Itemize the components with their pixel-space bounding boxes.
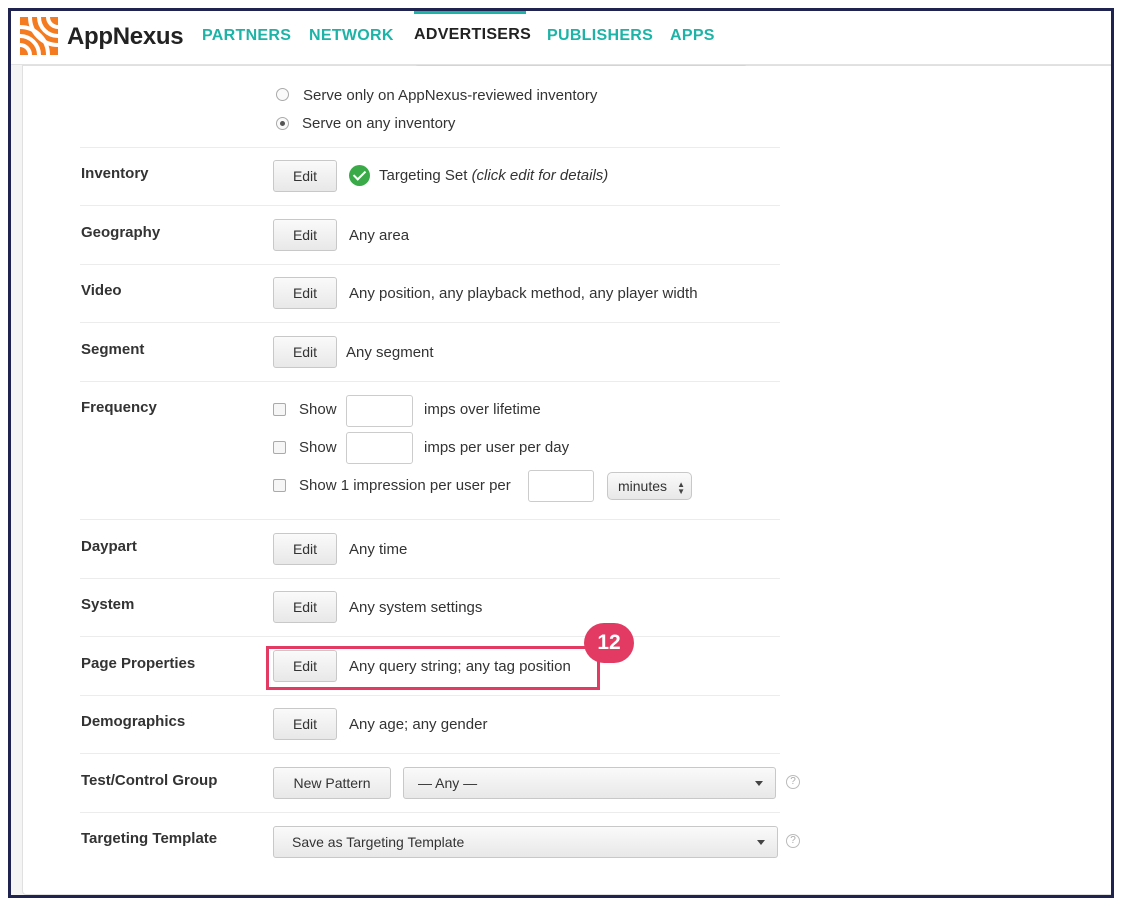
segment-label: Segment bbox=[81, 341, 145, 358]
frequency-lifetime-suffix: imps over lifetime bbox=[424, 401, 541, 418]
daypart-value: Any time bbox=[349, 541, 408, 558]
frequency-lifetime-checkbox[interactable] bbox=[273, 403, 286, 416]
row-divider bbox=[80, 753, 780, 754]
test-control-select-value: — Any — bbox=[418, 775, 478, 791]
step-number-badge: 12 bbox=[584, 623, 634, 663]
screenshot-frame: Serve only on AppNexus-reviewed inventor… bbox=[8, 8, 1114, 898]
segment-value: Any segment bbox=[346, 344, 434, 361]
geography-value: Any area bbox=[349, 227, 410, 244]
nav-apps[interactable]: APPS bbox=[670, 27, 715, 45]
system-value: Any system settings bbox=[349, 599, 483, 616]
frequency-unit-value: minutes bbox=[618, 478, 668, 494]
row-divider bbox=[80, 147, 780, 148]
active-nav-indicator bbox=[414, 11, 526, 14]
row-divider bbox=[80, 322, 780, 323]
frequency-lifetime-prefix: Show bbox=[299, 401, 337, 418]
nav-publishers[interactable]: PUBLISHERS bbox=[547, 27, 653, 45]
inventory-status: Targeting Set (click edit for details) bbox=[379, 167, 608, 184]
targeting-template-select-value: Save as Targeting Template bbox=[292, 834, 465, 850]
inventory-status-text: Targeting Set bbox=[379, 167, 468, 184]
daypart-label: Daypart bbox=[81, 538, 137, 555]
geography-label: Geography bbox=[81, 224, 161, 241]
radio-any-inventory[interactable] bbox=[276, 117, 289, 130]
demographics-value: Any age; any gender bbox=[349, 716, 488, 733]
page-properties-label: Page Properties bbox=[81, 655, 196, 672]
chevron-down-icon bbox=[755, 781, 763, 786]
row-divider bbox=[80, 205, 780, 206]
video-value: Any position, any playback method, any p… bbox=[349, 285, 698, 302]
test-control-select[interactable]: — Any — bbox=[403, 767, 776, 799]
targeting-template-select[interactable]: Save as Targeting Template bbox=[273, 826, 778, 858]
row-divider bbox=[80, 636, 780, 637]
system-edit-button[interactable]: Edit bbox=[273, 591, 337, 623]
inventory-edit-button[interactable]: Edit bbox=[273, 160, 337, 192]
row-divider bbox=[80, 381, 780, 382]
frequency-daily-prefix: Show bbox=[299, 439, 337, 456]
new-pattern-button[interactable]: New Pattern bbox=[273, 767, 391, 799]
video-label: Video bbox=[81, 282, 122, 299]
nav-partners[interactable]: PARTNERS bbox=[202, 27, 291, 45]
radio-reviewed-inventory-label: Serve only on AppNexus-reviewed inventor… bbox=[303, 87, 598, 104]
frequency-daily-checkbox[interactable] bbox=[273, 441, 286, 454]
highlight-box bbox=[266, 646, 600, 690]
radio-reviewed-inventory[interactable] bbox=[276, 88, 289, 101]
row-divider bbox=[80, 578, 780, 579]
test-control-label: Test/Control Group bbox=[81, 772, 218, 789]
radio-any-inventory-label: Serve on any inventory bbox=[302, 115, 456, 132]
targeting-template-label: Targeting Template bbox=[81, 830, 218, 847]
demographics-label: Demographics bbox=[81, 713, 186, 730]
frequency-daily-suffix: imps per user per day bbox=[424, 439, 570, 456]
inventory-status-hint: (click edit for details) bbox=[471, 167, 609, 184]
geography-edit-button[interactable]: Edit bbox=[273, 219, 337, 251]
top-navigation-bar: AppNexus PARTNERS NETWORK ADVERTISERS PU… bbox=[11, 11, 1111, 65]
targeting-panel: Serve only on AppNexus-reviewed inventor… bbox=[22, 65, 1111, 895]
frequency-unit-select[interactable]: minutes ▲ ▼ bbox=[607, 472, 692, 500]
brand-name: AppNexus bbox=[67, 23, 184, 50]
appnexus-logo-icon bbox=[20, 17, 58, 55]
row-divider bbox=[80, 812, 780, 813]
chevron-down-icon bbox=[757, 840, 765, 845]
row-divider bbox=[80, 695, 780, 696]
help-icon[interactable]: ? bbox=[786, 834, 800, 848]
frequency-lifetime-input[interactable] bbox=[346, 395, 413, 427]
video-edit-button[interactable]: Edit bbox=[273, 277, 337, 309]
frequency-recency-checkbox[interactable] bbox=[273, 479, 286, 492]
row-divider bbox=[80, 519, 780, 520]
inventory-label: Inventory bbox=[81, 165, 149, 182]
help-icon[interactable]: ? bbox=[786, 775, 800, 789]
frequency-daily-input[interactable] bbox=[346, 432, 413, 464]
frequency-recency-prefix: Show 1 impression per user per bbox=[299, 477, 511, 494]
demographics-edit-button[interactable]: Edit bbox=[273, 708, 337, 740]
daypart-edit-button[interactable]: Edit bbox=[273, 533, 337, 565]
row-divider bbox=[80, 264, 780, 265]
nav-advertisers[interactable]: ADVERTISERS bbox=[414, 26, 531, 44]
system-label: System bbox=[81, 596, 135, 613]
segment-edit-button[interactable]: Edit bbox=[273, 336, 337, 368]
nav-network[interactable]: NETWORK bbox=[309, 27, 394, 45]
frequency-label: Frequency bbox=[81, 399, 157, 416]
frequency-recency-input[interactable] bbox=[528, 470, 594, 502]
stepper-arrows-icon: ▲ ▼ bbox=[677, 480, 685, 496]
check-circle-icon bbox=[349, 165, 370, 186]
